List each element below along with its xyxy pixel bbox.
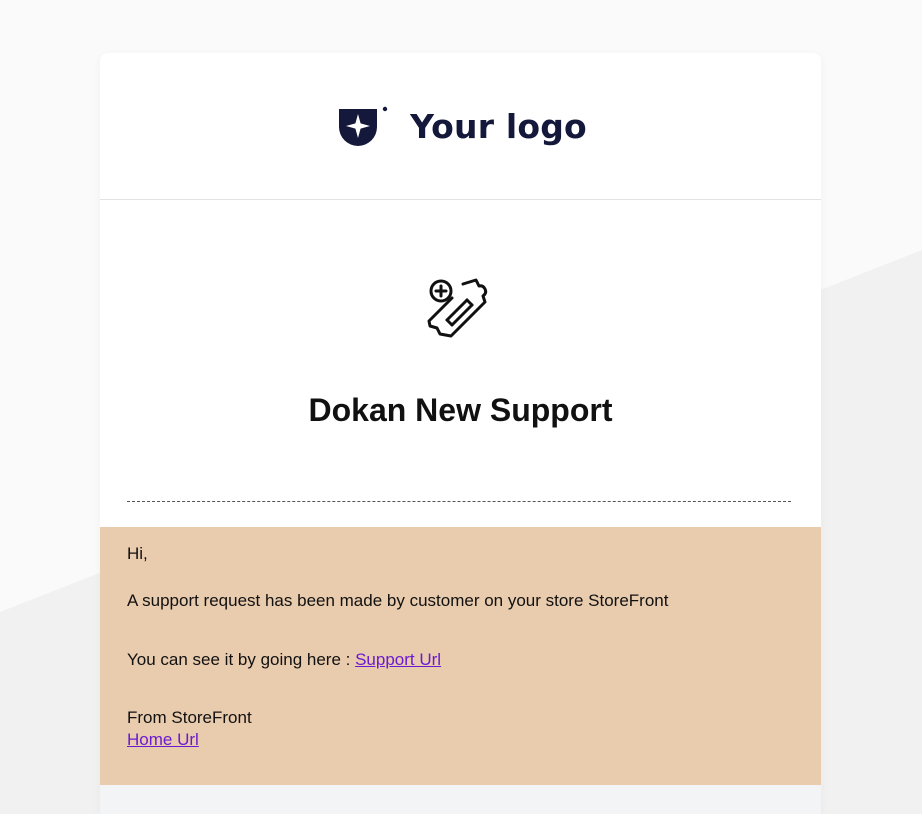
message-body: Hi, A support request has been made by c… [100,527,821,785]
hero-section: Dokan New Support [100,200,821,527]
signature: From StoreFront Home Url [127,707,794,751]
support-line: You can see it by going here : Support U… [127,649,794,671]
logo-text: Your logo [410,107,587,146]
request-text: A support request has been made by custo… [127,591,669,611]
shield-star-icon [339,106,388,146]
email-card: Your logo Dokan New Support Hi, A suppor… [100,53,821,814]
email-title: Dokan New Support [308,392,613,428]
greeting-text: Hi, [127,544,148,563]
dashed-divider [127,501,791,502]
logo: Your logo [336,105,587,149]
ticket-add-icon [427,278,488,338]
support-url-link[interactable]: Support Url [355,650,441,669]
logo-header: Your logo [100,53,821,200]
from-text: From StoreFront [127,708,252,728]
footer-strip [100,785,821,814]
home-url-link[interactable]: Home Url [127,730,199,749]
support-line-prefix: You can see it by going here : [127,650,356,670]
